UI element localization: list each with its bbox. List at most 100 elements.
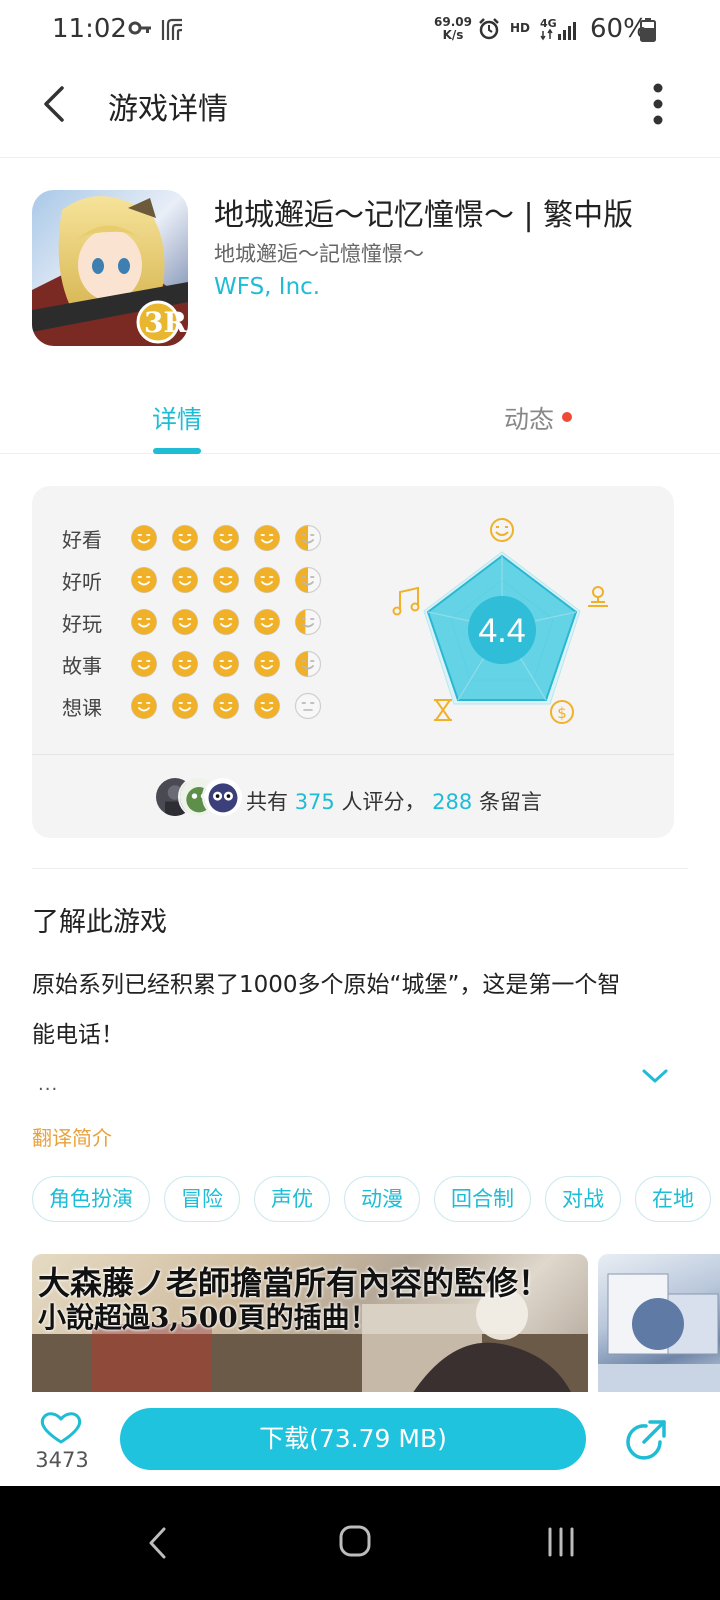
key-icon (128, 21, 151, 35)
tag-chip[interactable]: 回合制 (434, 1176, 531, 1222)
app-subtitle: 地城邂逅～記憶憧憬～ (214, 242, 424, 266)
screenshot-caption-2: 小說超過3,500頁的插曲！ (38, 1301, 378, 1334)
tag-chip[interactable]: 在地 (635, 1176, 711, 1222)
like-button[interactable]: 3473 (32, 1408, 92, 1474)
smiley-full-icon (171, 524, 199, 552)
rating-faces (130, 650, 330, 680)
app-icon-badge: 3RD (144, 306, 188, 339)
status-time: 11:02 (52, 14, 127, 44)
nav-recent-apps-icon[interactable] (546, 1526, 576, 1558)
translate-description-link[interactable]: 翻译简介 (32, 1122, 112, 1151)
tag-chip[interactable]: 冒险 (164, 1176, 240, 1222)
screenshot-1[interactable]: 大森藤ノ老師擔當所有內容的監修！ 小說超過3,500頁的插曲！ (32, 1254, 588, 1394)
smiley-full-icon (130, 692, 158, 720)
smiley-full-icon (130, 524, 158, 552)
smiley-full-icon (253, 692, 281, 720)
rating-label: 好听 (62, 570, 102, 594)
nav-back-icon[interactable] (146, 1526, 170, 1560)
tag-chip[interactable]: 对战 (545, 1176, 621, 1222)
tab-bar: 详情 动态 (0, 388, 720, 454)
nfc-icon (161, 18, 183, 40)
rating-label: 好看 (62, 528, 102, 552)
notification-dot (562, 412, 572, 422)
rating-faces (130, 524, 330, 554)
more-options-icon[interactable] (646, 80, 670, 128)
back-arrow-icon[interactable] (36, 82, 76, 126)
screenshot-carousel[interactable]: 大森藤ノ老師擔當所有內容的監修！ 小說超過3,500頁的插曲！ (32, 1254, 720, 1394)
smiley-full-icon (171, 566, 199, 594)
smiley-partial-icon (294, 524, 322, 552)
music-note-icon (392, 586, 420, 616)
page-title: 游戏详情 (108, 92, 228, 127)
smiley-full-icon (212, 650, 240, 678)
smiley-full-icon (253, 524, 281, 552)
smiley-full-icon (171, 608, 199, 636)
nav-home-icon[interactable] (338, 1524, 372, 1558)
alarm-icon (479, 18, 499, 40)
comment-count: 288 (432, 790, 473, 814)
section-divider (32, 868, 688, 869)
chevron-down-icon[interactable] (640, 1066, 670, 1086)
smiley-full-icon (253, 566, 281, 594)
battery-icon (640, 18, 656, 42)
about-section-title: 了解此游戏 (32, 907, 167, 938)
avatar (202, 776, 244, 818)
net-speed: 69.09 K/s (434, 15, 472, 42)
tab-details[interactable]: 详情 (152, 400, 202, 436)
smile-icon (490, 518, 514, 542)
bottom-action-bar: 3473 下载(73.79 MB) (0, 1392, 720, 1486)
rating-card[interactable]: 好看 好听 好玩 故事 想课 4.4 $ 共有 375 人评分， 288 条留言 (32, 486, 674, 838)
smiley-partial-icon (294, 608, 322, 636)
svg-text:4G: 4G (540, 17, 557, 30)
screenshot-2-art (598, 1273, 720, 1394)
system-nav-bar (0, 1486, 720, 1600)
smiley-full-icon (253, 608, 281, 636)
smiley-full-icon (212, 566, 240, 594)
download-button[interactable]: 下载(73.79 MB) (120, 1408, 586, 1470)
card-divider (32, 754, 674, 755)
tag-chip[interactable]: 动漫 (344, 1176, 420, 1222)
smiley-empty-icon (294, 692, 322, 720)
game-description: 原始系列已经积累了1000多个原始“城堡”，这是第一个智能电话！ (32, 972, 621, 1048)
signal-icon: 4G (540, 17, 576, 41)
coin-icon: $ (550, 700, 574, 724)
hourglass-icon (434, 699, 452, 721)
rating-faces (130, 692, 330, 722)
like-count: 3473 (35, 1448, 89, 1472)
rating-faces (130, 608, 330, 638)
heart-icon (40, 1412, 82, 1444)
rating-radar-chart: 4.4 $ (392, 518, 608, 724)
smiley-partial-icon (294, 566, 322, 594)
rating-faces (130, 566, 330, 596)
description-ellipsis: ... (38, 1074, 59, 1095)
rater-avatars[interactable] (154, 776, 246, 822)
smiley-full-icon (130, 566, 158, 594)
tag-chip[interactable]: 角色扮演 (32, 1176, 150, 1222)
smiley-full-icon (212, 692, 240, 720)
header: 游戏详情 (0, 60, 720, 158)
rating-label: 故事 (62, 654, 102, 678)
app-title: 地城邂逅～记忆憧憬～ | 繁中版 (214, 198, 634, 233)
app-icon: 3RD (32, 190, 188, 346)
share-icon[interactable] (626, 1418, 668, 1460)
voice-actor-icon (588, 586, 608, 607)
status-bar: 11:02 69.09 K/s HD 4G 60% (0, 0, 720, 60)
smiley-full-icon (130, 650, 158, 678)
tab-indicator (153, 448, 201, 454)
developer-link[interactable]: WFS, Inc. (214, 274, 320, 300)
rating-summary[interactable]: 共有 375 人评分， 288 条留言 (246, 786, 542, 816)
tag-chip[interactable]: 声优 (254, 1176, 330, 1222)
smiley-full-icon (130, 608, 158, 636)
smiley-full-icon (253, 650, 281, 678)
rating-label: 想课 (62, 696, 102, 720)
smiley-full-icon (171, 650, 199, 678)
tab-activity[interactable]: 动态 (504, 400, 554, 436)
rating-label: 好玩 (62, 612, 102, 636)
screenshot-2[interactable] (598, 1254, 720, 1394)
rater-count: 375 (294, 790, 335, 814)
smiley-full-icon (212, 608, 240, 636)
smiley-full-icon (212, 524, 240, 552)
svg-text:$: $ (557, 704, 567, 722)
hd-indicator: HD (510, 21, 531, 35)
overall-score: 4.4 (478, 612, 525, 650)
